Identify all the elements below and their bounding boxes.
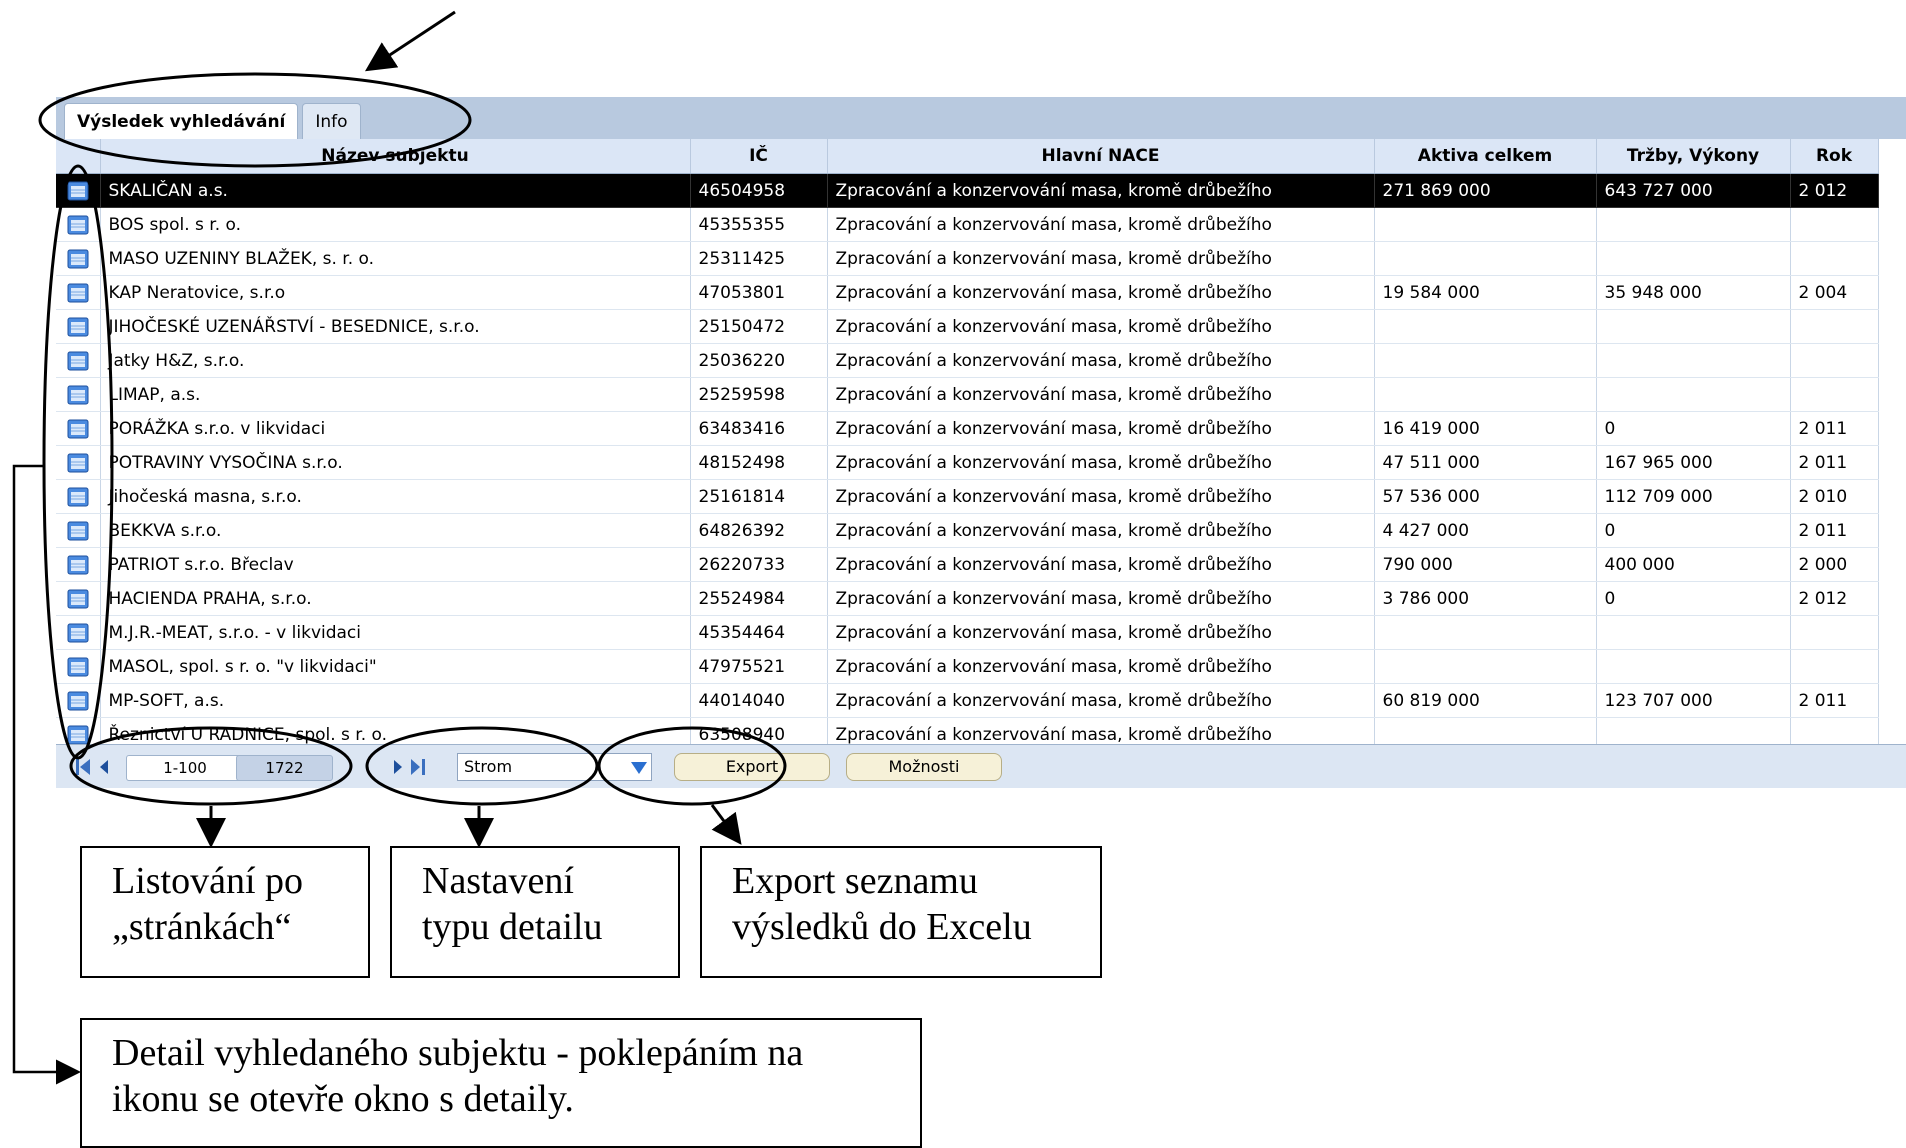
tabs-arrow bbox=[364, 10, 456, 72]
select-ellipse bbox=[365, 726, 599, 806]
export-ellipse bbox=[597, 726, 787, 806]
icons-ellipse bbox=[42, 164, 114, 760]
export-arrow bbox=[710, 804, 742, 845]
tabs-ellipse bbox=[38, 72, 472, 168]
annotation-overlay bbox=[12, 10, 787, 1085]
paging-ellipse bbox=[69, 726, 353, 806]
